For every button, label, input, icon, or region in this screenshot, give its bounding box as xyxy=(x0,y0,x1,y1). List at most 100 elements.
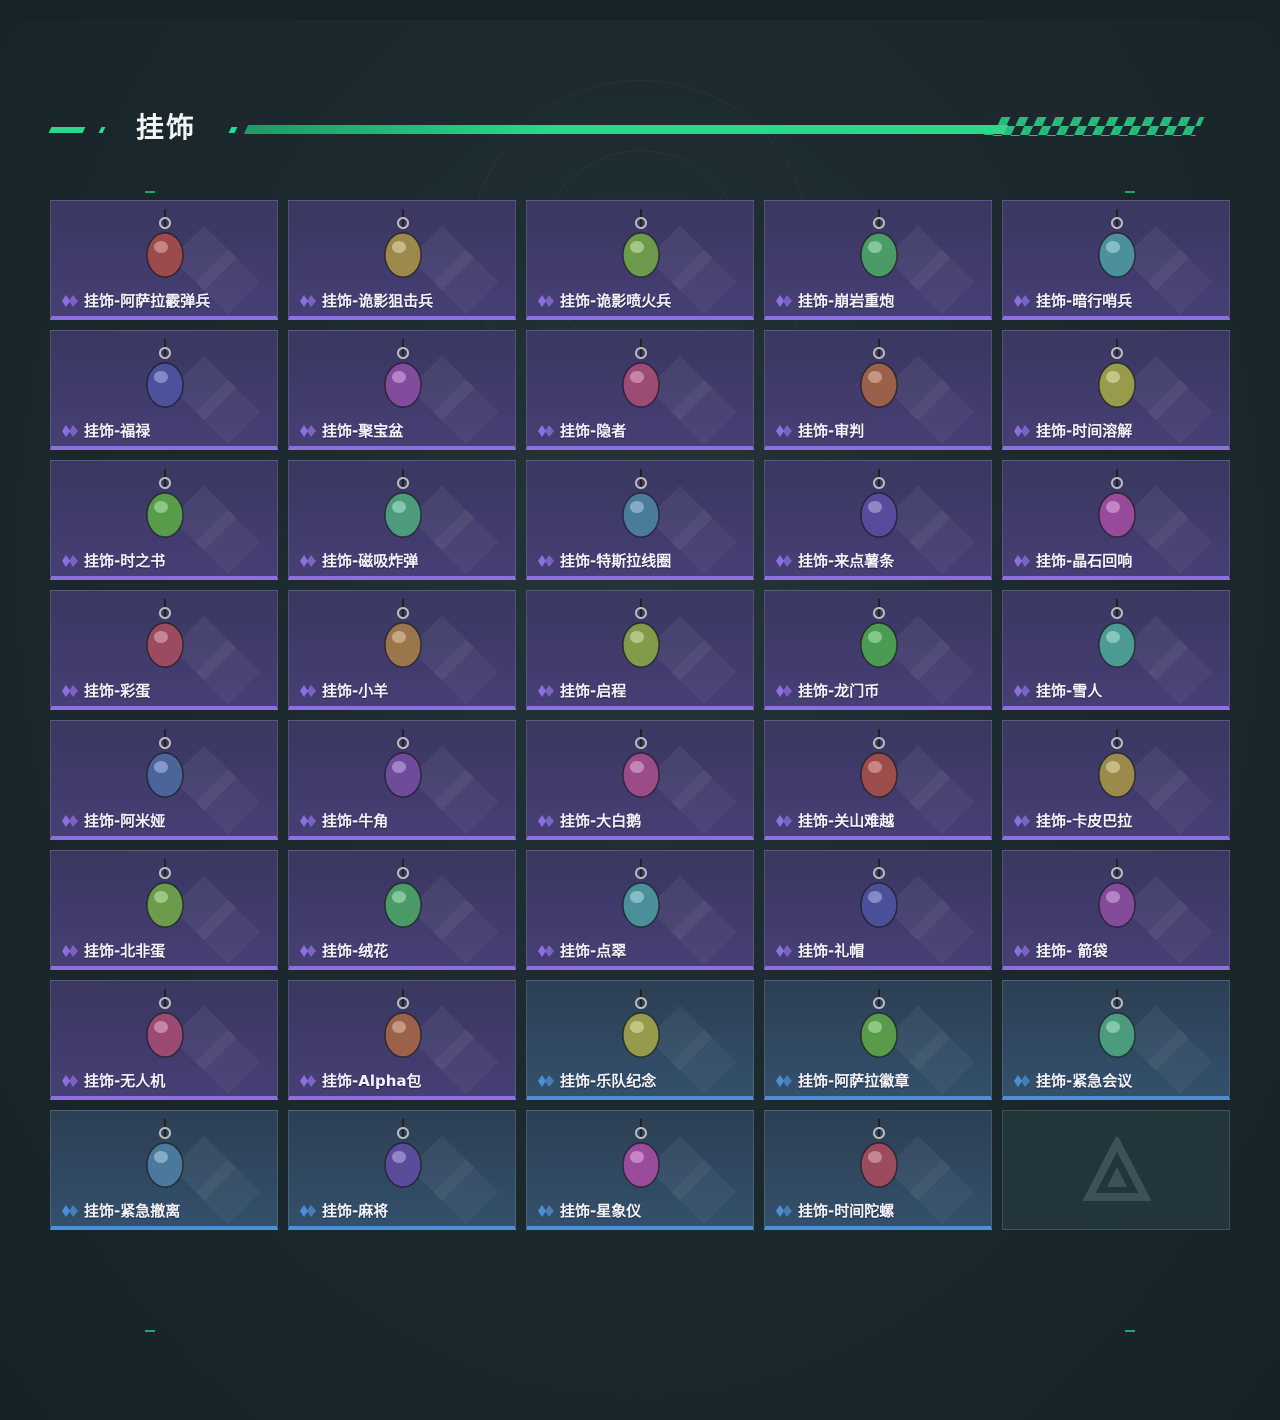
charm-name: 挂饰-无人机 xyxy=(84,1072,166,1090)
card-label: 挂饰-无人机 xyxy=(61,1070,165,1091)
card-label: 挂饰-乐队纪念 xyxy=(537,1070,656,1091)
rarity-diamond-icon xyxy=(538,1204,554,1217)
charm-card[interactable]: 挂饰-福禄 xyxy=(50,330,278,450)
charm-name: 挂饰-启程 xyxy=(560,682,627,700)
charm-name: 挂饰-龙门币 xyxy=(798,682,880,700)
card-label: 挂饰-雪人 xyxy=(1013,680,1102,701)
charm-card[interactable]: 挂饰-点翠 xyxy=(526,850,754,970)
hermit-card-charm-icon xyxy=(622,339,660,408)
charm-card[interactable]: 挂饰-诡影喷火兵 xyxy=(526,200,754,320)
charm-card[interactable]: 挂饰-北非蛋 xyxy=(50,850,278,970)
card-label: 挂饰-点翠 xyxy=(537,940,626,961)
rarity-diamond-icon xyxy=(776,684,792,697)
charm-card[interactable]: 挂饰-绒花 xyxy=(288,850,516,970)
card-label: 挂饰-隐者 xyxy=(537,420,626,441)
rabbit-ear-charm-icon xyxy=(146,729,184,798)
charm-card[interactable]: 挂饰-紧急撤离 xyxy=(50,1110,278,1230)
charm-name: 挂饰-大白鹅 xyxy=(560,812,642,830)
charm-card[interactable]: 挂饰-磁吸炸弹 xyxy=(288,460,516,580)
fries-charm-icon xyxy=(860,469,898,538)
charm-card[interactable]: 挂饰-审判 xyxy=(764,330,992,450)
snowman-charm-icon xyxy=(1098,599,1136,668)
charm-name: 挂饰-暗行哨兵 xyxy=(1036,292,1133,310)
card-label: 挂饰-大白鹅 xyxy=(537,810,641,831)
charm-card[interactable]: 挂饰-特斯拉线圈 xyxy=(526,460,754,580)
card-label: 挂饰-龙门币 xyxy=(775,680,879,701)
drone-charm-icon xyxy=(146,989,184,1058)
astrolabe-charm-icon xyxy=(622,1119,660,1188)
charm-card[interactable]: 挂饰-乐队纪念 xyxy=(526,980,754,1100)
charm-name: 挂饰-北非蛋 xyxy=(84,942,166,960)
rarity-diamond-icon xyxy=(776,554,792,567)
rarity-diamond-icon xyxy=(62,1204,78,1217)
charm-card[interactable]: 挂饰-彩蛋 xyxy=(50,590,278,710)
card-label: 挂饰-审判 xyxy=(775,420,864,441)
charm-card[interactable]: 挂饰-隐者 xyxy=(526,330,754,450)
alpha-bag-charm-icon xyxy=(384,989,422,1058)
charm-card[interactable]: 挂饰-晶石回响 xyxy=(1002,460,1230,580)
charm-card[interactable]: 挂饰-龙门币 xyxy=(764,590,992,710)
charm-card[interactable]: 挂饰-聚宝盆 xyxy=(288,330,516,450)
charm-name: 挂饰-晶石回响 xyxy=(1036,552,1133,570)
charm-card[interactable]: 挂饰-卡皮巴拉 xyxy=(1002,720,1230,840)
rarity-diamond-icon xyxy=(300,294,316,307)
charm-name: 挂饰-Alpha包 xyxy=(322,1072,422,1090)
charm-name: 挂饰-磁吸炸弹 xyxy=(322,552,419,570)
charm-name: 挂饰-隐者 xyxy=(560,422,627,440)
rarity-diamond-icon xyxy=(538,554,554,567)
card-label: 挂饰-特斯拉线圈 xyxy=(537,550,671,571)
charm-card[interactable]: 挂饰- 箭袋 xyxy=(1002,850,1230,970)
melting-clock-charm-icon xyxy=(1098,339,1136,408)
charm-card[interactable]: 挂饰-阿萨拉霰弹兵 xyxy=(50,200,278,320)
charm-card[interactable]: 挂饰-牛角 xyxy=(288,720,516,840)
charm-card[interactable]: 挂饰-Alpha包 xyxy=(288,980,516,1100)
white-goose-charm-icon xyxy=(622,729,660,798)
card-label: 挂饰-时间溶解 xyxy=(1013,420,1132,441)
rarity-diamond-icon xyxy=(62,294,78,307)
charm-name: 挂饰-审判 xyxy=(798,422,865,440)
header-dash xyxy=(48,127,86,133)
charm-card[interactable]: 挂饰-阿米娅 xyxy=(50,720,278,840)
placeholder-logo-icon xyxy=(1083,1137,1151,1201)
charm-card[interactable]: 挂饰-时间溶解 xyxy=(1002,330,1230,450)
charm-card[interactable]: 挂饰-关山难越 xyxy=(764,720,992,840)
emblem-charm-icon xyxy=(860,989,898,1058)
rarity-diamond-icon xyxy=(538,944,554,957)
charm-card[interactable]: 挂饰-阿萨拉徽章 xyxy=(764,980,992,1100)
header-dash xyxy=(98,127,106,133)
card-label: 挂饰-阿萨拉霰弹兵 xyxy=(61,290,210,311)
card-label: 挂饰-诡影狙击兵 xyxy=(299,290,433,311)
judgement-card-charm-icon xyxy=(860,339,898,408)
charm-card[interactable]: 挂饰-雪人 xyxy=(1002,590,1230,710)
charm-card[interactable]: 挂饰-麻将 xyxy=(288,1110,516,1230)
card-label: 挂饰-来点薯条 xyxy=(775,550,894,571)
charm-name: 挂饰-紧急会议 xyxy=(1036,1072,1133,1090)
charm-card[interactable]: 挂饰-启程 xyxy=(526,590,754,710)
charm-name: 挂饰-星象仪 xyxy=(560,1202,642,1220)
card-label: 挂饰-卡皮巴拉 xyxy=(1013,810,1132,831)
charm-card[interactable]: 挂饰-小羊 xyxy=(288,590,516,710)
rarity-diamond-icon xyxy=(776,1204,792,1217)
charm-name: 挂饰-诡影狙击兵 xyxy=(322,292,434,310)
charm-card[interactable]: 挂饰-紧急会议 xyxy=(1002,980,1230,1100)
charm-name: 挂饰-崩岩重炮 xyxy=(798,292,895,310)
charm-card[interactable]: 挂饰-暗行哨兵 xyxy=(1002,200,1230,320)
charm-card[interactable]: 挂饰-无人机 xyxy=(50,980,278,1100)
card-label: 挂饰-绒花 xyxy=(299,940,388,961)
card-label: 挂饰-启程 xyxy=(537,680,626,701)
charm-card[interactable]: 挂饰-时间陀螺 xyxy=(764,1110,992,1230)
charm-card[interactable]: 挂饰-崩岩重炮 xyxy=(764,200,992,320)
charm-card[interactable]: 挂饰-大白鹅 xyxy=(526,720,754,840)
rarity-diamond-icon xyxy=(776,424,792,437)
charm-card[interactable]: 挂饰-时之书 xyxy=(50,460,278,580)
charm-card[interactable]: 挂饰-礼帽 xyxy=(764,850,992,970)
charm-card[interactable]: 挂饰-星象仪 xyxy=(526,1110,754,1230)
charm-name: 挂饰-牛角 xyxy=(322,812,389,830)
gourd-charm-icon xyxy=(146,339,184,408)
charm-name: 挂饰-乐队纪念 xyxy=(560,1072,657,1090)
charm-card[interactable]: 挂饰-来点薯条 xyxy=(764,460,992,580)
masked-sniper-charm-icon xyxy=(384,209,422,278)
charm-card[interactable]: 挂饰-诡影狙击兵 xyxy=(288,200,516,320)
red-flower-charm-icon xyxy=(384,859,422,928)
fedora-hat-charm-icon xyxy=(860,859,898,928)
